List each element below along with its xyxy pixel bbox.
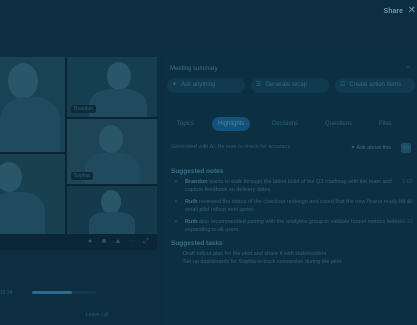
video-tile[interactable] [67,186,157,234]
note-text: reviewed the status of the checkout rede… [185,199,411,213]
note-speaker: Ruth [185,199,198,205]
suggested-notes-title: Suggested notes [171,168,224,175]
ask-about-this-label: Ask about this [356,145,391,151]
progress-fill [32,291,72,294]
note-text: also recommended pairing with the analyt… [185,219,403,233]
list-icon: ☰ [256,82,262,88]
summary-panel: Meeting summary ⌃ ✦ Ask anything ☰ Generat… [163,56,417,325]
ask-about-this-link[interactable]: ✦ Ask about this [351,145,391,151]
video-tile[interactable]: Sophia [67,119,157,184]
participant-body [89,89,147,117]
notes-content: Suggested notes • Brandon wants to walk … [171,168,413,267]
participant-name: Sophia [71,172,93,180]
tab-questions[interactable]: Questions [325,117,352,131]
section-title: Meeting summary [170,66,218,72]
chevron-up-icon[interactable]: ⌃ [405,65,411,73]
video-tile[interactable]: Brandon [67,57,157,117]
participant-body [89,212,135,234]
chip-actions[interactable]: ☑ Create action items [335,78,415,93]
note-item: • Ruth also recommended pairing with the… [171,219,413,234]
chip-ask[interactable]: ✦ Ask anything [167,78,245,93]
sparkle-icon: ✦ [172,82,178,88]
ai-disclaimer-text: Generated with AI. Be sure to check for … [171,144,292,150]
call-controls: ● ■ ▲ ⋯ ⤢ [0,234,157,250]
chip-label: Create action items [349,82,402,88]
participant-head [0,162,22,192]
note-speaker: Brandon [185,179,208,185]
summary-tabs: Topics Highlights Decisions Questions Fi… [167,116,415,132]
tab-highlights[interactable]: Highlights [212,117,251,131]
tab-files[interactable]: Files [379,117,392,131]
task-item[interactable]: Set up dashboards for Sophia to track co… [183,259,411,267]
participant-head [8,63,38,99]
chip-recap[interactable]: ☰ Generate recap [251,78,329,93]
bullet-icon: • [175,219,177,225]
video-tile[interactable] [0,154,65,234]
participant-head [101,190,121,214]
note-speaker: Ruth [185,219,198,225]
share-button[interactable]: Share [384,8,403,15]
top-bar: Share ✕ [0,0,417,24]
note-timestamp[interactable]: 1:02 [402,179,413,187]
more-icon[interactable]: ⋯ [128,238,136,246]
quick-actions: ✦ Ask anything ☰ Generate recap ☑ Create ac… [167,78,415,94]
participant-name: Brandon [71,105,96,113]
participant-head [107,62,131,90]
share-screen-icon[interactable]: ▲ [114,238,122,246]
bullet-icon: • [175,199,177,205]
mic-icon[interactable]: ● [86,238,94,246]
chat-icon[interactable]: ▭ [401,143,411,153]
participant-body [85,153,139,184]
check-icon: ☑ [340,82,346,88]
chip-label: Ask anything [181,82,216,88]
leave-call-link[interactable]: Leave call [86,312,109,318]
video-grid: Brandon Sophia ● ■ ▲ ⋯ ⤢ [0,57,157,250]
note-text: wants to walk through the latest build o… [185,179,392,193]
chip-label: Generate recap [265,82,308,88]
note-timestamp[interactable]: 3:48 [402,199,413,207]
elapsed-time: 15:34 [0,290,13,296]
bullet-icon: • [175,179,177,185]
participant-head [99,125,123,153]
note-item: • Ruth reviewed the status of the checko… [171,199,413,214]
participant-body [0,97,60,152]
video-tile[interactable] [0,57,65,152]
ai-disclaimer: Generated with AI. Be sure to check for … [171,143,411,156]
fullscreen-icon[interactable]: ⤢ [142,238,150,246]
close-icon[interactable]: ✕ [408,5,416,16]
note-item: • Brandon wants to walk through the late… [171,179,413,194]
task-item[interactable]: Draft rollout plan for the pilot and sha… [183,251,411,259]
suggested-tasks-title: Suggested tasks [171,240,223,247]
tab-topics[interactable]: Topics [177,117,194,131]
note-timestamp[interactable]: 6:15 [402,219,413,227]
participant-body [0,192,45,234]
progress-bar[interactable] [32,291,96,294]
tab-decisions[interactable]: Decisions [272,117,298,131]
camera-icon[interactable]: ■ [100,238,108,246]
